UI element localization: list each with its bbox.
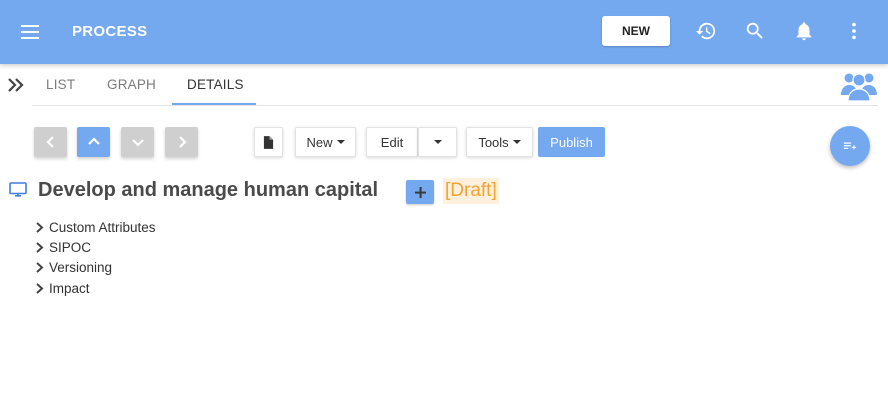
more-vert-icon[interactable] bbox=[843, 20, 865, 42]
tabs-divider bbox=[32, 105, 878, 106]
tab-list[interactable]: LIST bbox=[46, 77, 75, 92]
page-title: Develop and manage human capital bbox=[38, 179, 379, 201]
section-impact[interactable]: Impact bbox=[35, 279, 90, 297]
chevron-right-icon bbox=[36, 282, 44, 294]
previous-button[interactable] bbox=[34, 127, 67, 157]
chevron-right-icon bbox=[36, 261, 44, 273]
section-label: Custom Attributes bbox=[49, 219, 156, 235]
chevron-right-icon bbox=[36, 241, 44, 253]
move-down-button[interactable] bbox=[121, 127, 154, 157]
add-button[interactable] bbox=[406, 180, 434, 204]
chevron-right-icon bbox=[178, 136, 187, 148]
monitor-icon bbox=[9, 182, 27, 198]
section-versioning[interactable]: Versioning bbox=[35, 258, 112, 276]
section-label: SIPOC bbox=[49, 239, 92, 255]
new-dropdown-label: New bbox=[306, 134, 333, 150]
move-up-button[interactable] bbox=[77, 127, 110, 157]
tab-details[interactable]: DETAILS bbox=[187, 77, 244, 92]
people-icon[interactable] bbox=[840, 67, 878, 103]
tools-dropdown-label: Tools bbox=[478, 134, 509, 150]
add-to-list-fab[interactable] bbox=[830, 126, 870, 166]
chevron-right-icon bbox=[36, 221, 44, 233]
status-badge: [Draft] bbox=[443, 178, 499, 204]
document-button[interactable] bbox=[254, 127, 283, 157]
section-custom-attributes[interactable]: Custom Attributes bbox=[35, 218, 156, 236]
caret-down-icon bbox=[433, 140, 442, 144]
search-icon[interactable] bbox=[744, 20, 766, 42]
expand-sidebar-icon[interactable] bbox=[6, 76, 26, 94]
document-icon bbox=[263, 135, 274, 149]
section-sipoc[interactable]: SIPOC bbox=[35, 238, 91, 256]
bell-icon[interactable] bbox=[793, 20, 815, 42]
section-label: Versioning bbox=[49, 259, 113, 275]
tab-graph[interactable]: GRAPH bbox=[107, 77, 156, 92]
chevron-left-icon bbox=[45, 136, 54, 148]
edit-dropdown-button[interactable] bbox=[418, 127, 457, 157]
caret-down-icon bbox=[336, 140, 345, 144]
edit-button[interactable]: Edit bbox=[366, 127, 418, 157]
new-button[interactable]: NEW bbox=[602, 16, 670, 46]
app-title: PROCESS bbox=[72, 23, 148, 40]
tabs-bar: LIST GRAPH DETAILS bbox=[0, 64, 888, 106]
chevron-up-icon bbox=[87, 137, 100, 145]
app-bar: PROCESS NEW bbox=[0, 0, 888, 64]
caret-down-icon bbox=[512, 140, 521, 144]
menu-icon[interactable] bbox=[20, 20, 42, 44]
plus-icon bbox=[414, 186, 426, 198]
next-button[interactable] bbox=[165, 127, 198, 157]
publish-button[interactable]: Publish bbox=[538, 127, 605, 157]
chevron-down-icon bbox=[131, 139, 144, 147]
section-label: Impact bbox=[49, 280, 90, 296]
history-icon[interactable] bbox=[695, 20, 717, 42]
new-dropdown-button[interactable]: New bbox=[295, 127, 356, 157]
tools-dropdown-button[interactable]: Tools bbox=[466, 127, 533, 157]
playlist-add-icon bbox=[843, 142, 857, 150]
